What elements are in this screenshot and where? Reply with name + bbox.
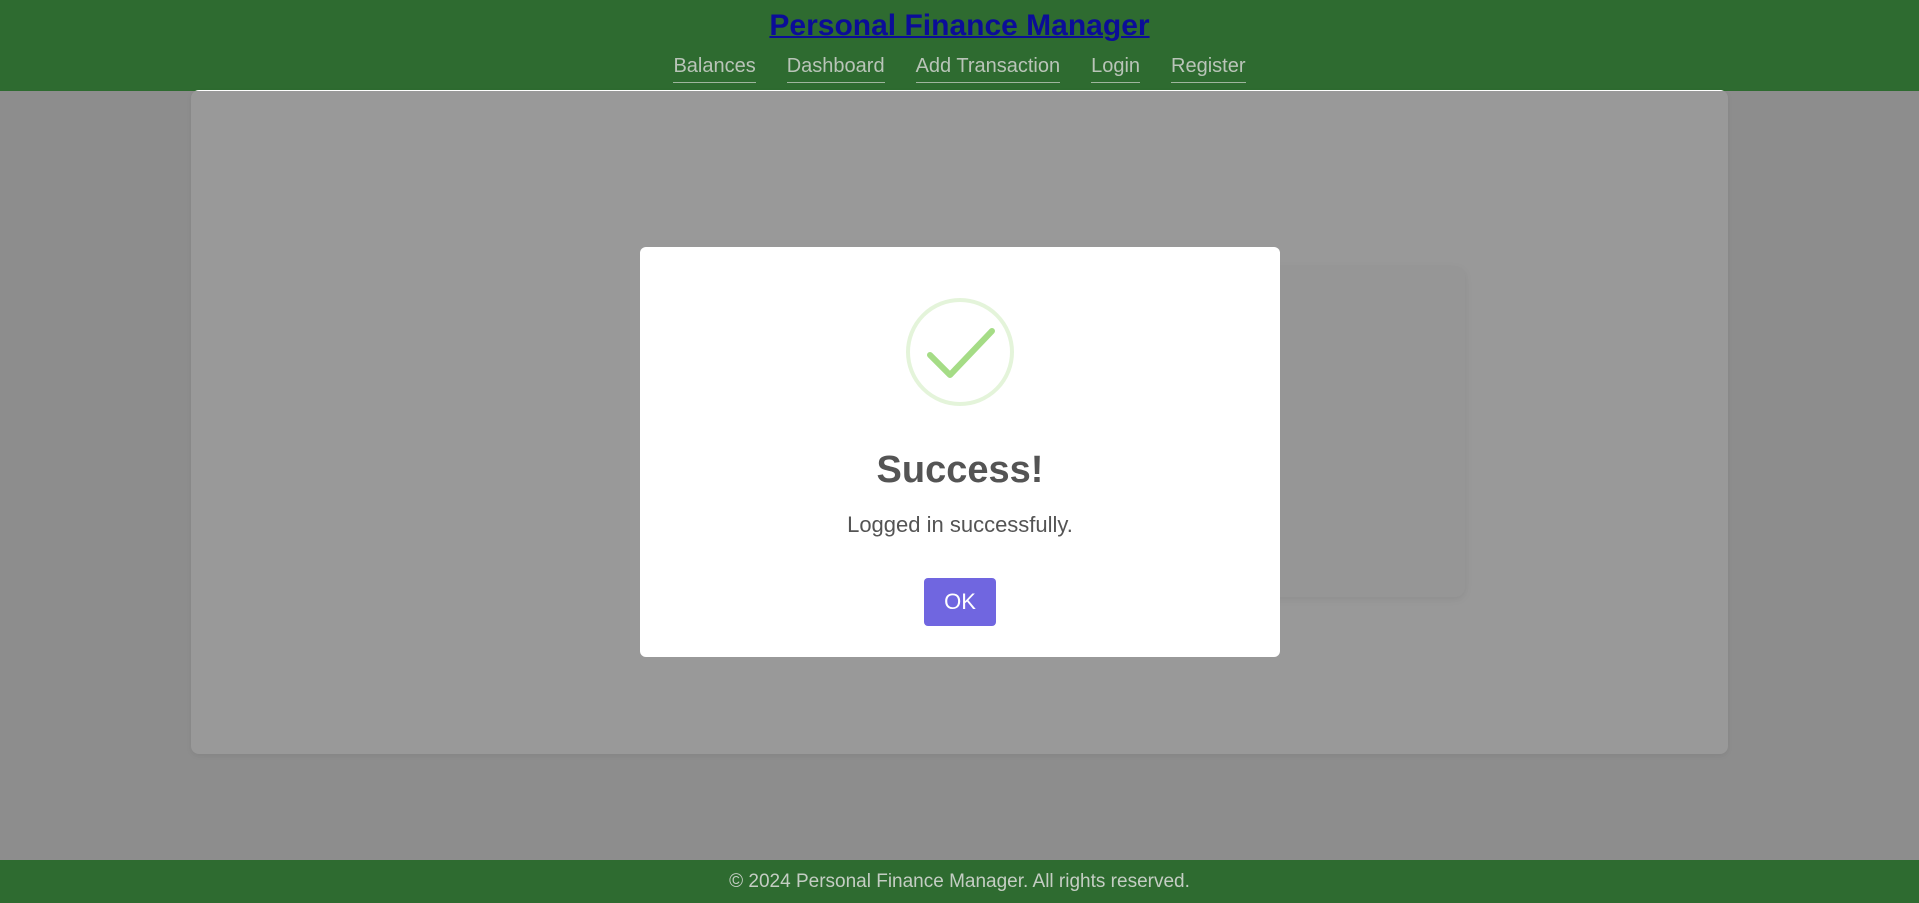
nav-add-transaction-link[interactable]: Add Transaction bbox=[915, 53, 1061, 83]
site-header: Personal Finance Manager Balances Dashbo… bbox=[0, 0, 1919, 91]
success-modal: Success! Logged in successfully. OK bbox=[640, 247, 1280, 657]
modal-message: Logged in successfully. bbox=[847, 512, 1073, 537]
footer-copyright: © 2024 Personal Finance Manager. All rig… bbox=[729, 871, 1190, 892]
nav-register-link[interactable]: Register bbox=[1171, 53, 1246, 83]
site-title-link[interactable]: Personal Finance Manager bbox=[769, 9, 1149, 42]
nav-login-link[interactable]: Login bbox=[1091, 53, 1141, 83]
main-nav: Balances Dashboard Add Transaction Login… bbox=[0, 53, 1919, 83]
site-footer: © 2024 Personal Finance Manager. All rig… bbox=[0, 860, 1919, 903]
nav-balances-link[interactable]: Balances bbox=[673, 53, 756, 83]
modal-title: Success! bbox=[876, 449, 1044, 491]
nav-dashboard-link[interactable]: Dashboard bbox=[786, 53, 885, 83]
success-check-icon bbox=[905, 297, 1015, 407]
ok-button[interactable]: OK bbox=[924, 578, 996, 626]
site-title: Personal Finance Manager bbox=[0, 6, 1919, 46]
